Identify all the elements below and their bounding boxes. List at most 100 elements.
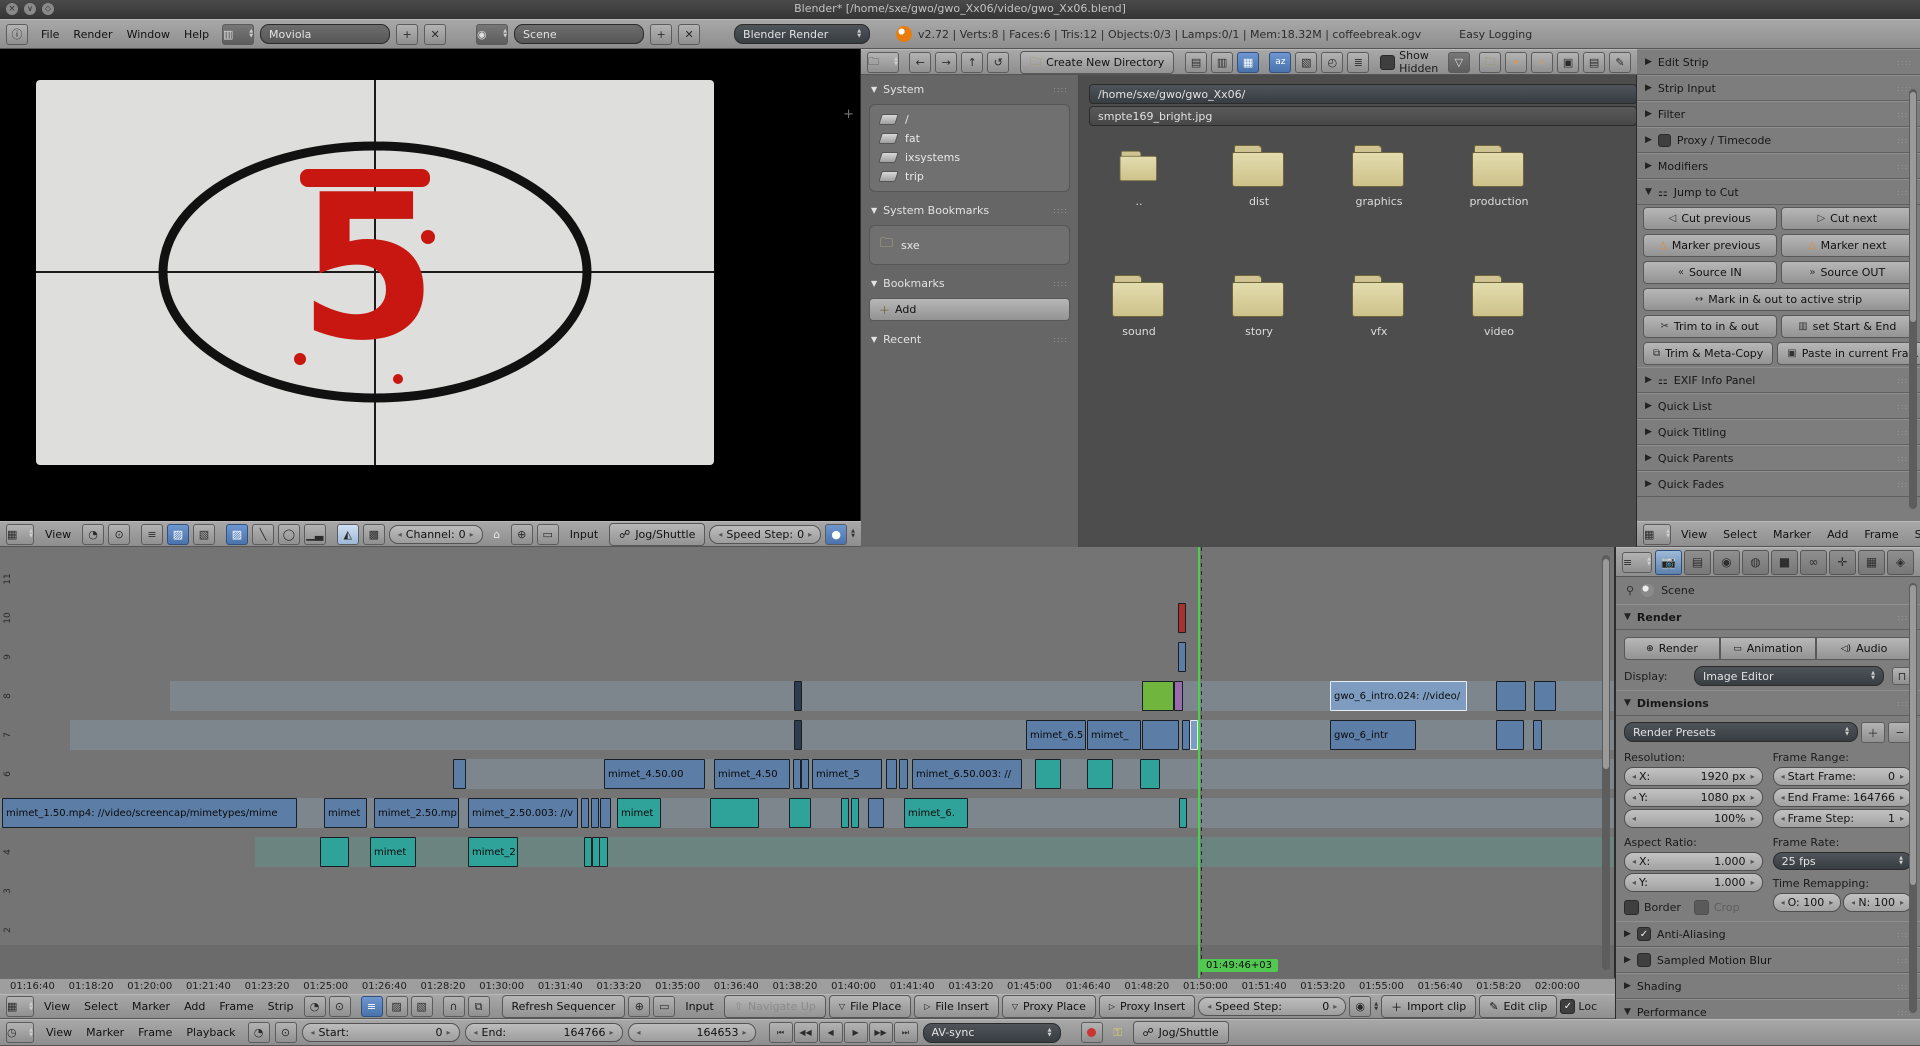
- file-place-button[interactable]: ▽File Place: [829, 995, 911, 1018]
- panel-header-quick-parents[interactable]: ▶Quick Parents::::: [1637, 445, 1920, 471]
- button-marker-next[interactable]: △Marker next: [1781, 234, 1915, 257]
- copy-paste-icon[interactable]: ⧉: [468, 996, 490, 1017]
- clock-icon[interactable]: ◔: [304, 996, 326, 1017]
- strip[interactable]: [1533, 720, 1542, 750]
- button-audio[interactable]: ◁)Audio: [1816, 637, 1912, 660]
- screen-layout-name[interactable]: Moviola: [260, 24, 390, 44]
- current-frame-field[interactable]: ◂164653▸: [628, 1023, 756, 1042]
- menu-strip[interactable]: Strip: [261, 998, 301, 1015]
- panel-header-quick-fades[interactable]: ▶Quick Fades::::: [1637, 471, 1920, 497]
- panel-grip-icon[interactable]: ::::: [1053, 85, 1068, 94]
- strip[interactable]: [793, 759, 801, 789]
- stepper-icon[interactable]: ▲▼: [1374, 1002, 1378, 1012]
- panel-header-shading[interactable]: ▶Shading::::: [1616, 973, 1920, 999]
- timecode-ruler[interactable]: 01:16:4001:18:2001:20:0001:21:4001:23:20…: [0, 978, 1615, 994]
- button-set-start-end[interactable]: ▥set Start & End: [1781, 315, 1915, 338]
- inc-arrow-icon[interactable]: ▸: [1900, 772, 1904, 781]
- channel-stepper[interactable]: ◂Channel: 0▸: [389, 525, 483, 544]
- object-tab[interactable]: ■: [1771, 550, 1798, 575]
- folder-item-sound[interactable]: sound: [1084, 275, 1194, 338]
- image-filter-icon[interactable]: ▣: [1557, 52, 1579, 73]
- funnel-icon[interactable]: ▽: [1448, 52, 1470, 73]
- menu-select[interactable]: Select: [77, 998, 125, 1015]
- file-insert-button[interactable]: ▷File Insert: [914, 995, 999, 1018]
- render-presets-select[interactable]: Render Presets▲▼: [1624, 722, 1858, 742]
- start-frame-field[interactable]: ◂Start: 0▸: [302, 1023, 460, 1042]
- checker-icon[interactable]: ▨: [226, 524, 248, 545]
- end-frame-field[interactable]: ◂End: 164766▸: [465, 1023, 623, 1042]
- back-icon[interactable]: ←: [909, 52, 931, 73]
- snap-icon[interactable]: ∩: [443, 996, 465, 1017]
- pin-icon[interactable]: ⚲: [1626, 584, 1634, 597]
- sidebar-item-trip[interactable]: trip: [876, 167, 1063, 186]
- menu-view[interactable]: View: [1673, 526, 1715, 543]
- folder-item-production[interactable]: production: [1444, 145, 1554, 208]
- lock-icon[interactable]: ⊙: [329, 996, 351, 1017]
- sidebar-panel-header-recent[interactable]: ▼Recent::::: [861, 325, 1078, 350]
- create-directory-button[interactable]: 🗀Create New Directory: [1020, 51, 1174, 74]
- keying-icon[interactable]: ⚿: [1108, 1023, 1128, 1042]
- strip[interactable]: [320, 837, 349, 867]
- filebrowser-params-icon[interactable]: 🗀▲▼: [867, 52, 899, 73]
- properties-scrollbar[interactable]: [1909, 583, 1917, 1013]
- list-short-icon[interactable]: ▤: [1185, 52, 1207, 73]
- strip-mimet_2_50_003_v[interactable]: mimet_2.50.003: //v: [468, 798, 578, 828]
- folder-item-vfx[interactable]: vfx: [1324, 275, 1434, 338]
- layout-add-icon[interactable]: +: [396, 24, 418, 45]
- strip[interactable]: [1142, 681, 1174, 711]
- menu-view[interactable]: View: [39, 1024, 79, 1041]
- panel-header-strip-input[interactable]: ▶Strip Input::::: [1637, 75, 1920, 101]
- menu-frame[interactable]: Frame: [212, 998, 260, 1015]
- panel-grip-icon[interactable]: ::::: [1053, 279, 1068, 288]
- panel-header-exif-info-panel[interactable]: ▶⚏EXIF Info Panel::::: [1637, 367, 1920, 393]
- jump-start-icon[interactable]: ⏮: [769, 1022, 793, 1043]
- button-cut-previous[interactable]: ◁Cut previous: [1643, 207, 1777, 230]
- speed-step-stepper[interactable]: ◂Speed Step: 0▸: [1198, 997, 1346, 1016]
- inc-arrow-icon[interactable]: ▸: [1751, 793, 1755, 802]
- refresh-icon[interactable]: ↺: [987, 52, 1009, 73]
- dimensions-panel-header[interactable]: ▼Dimensions::::: [1616, 690, 1920, 716]
- path-field[interactable]: /home/sxe/gwo/gwo_Xx06/: [1089, 84, 1637, 104]
- scene-delete-icon[interactable]: ✕: [678, 24, 700, 45]
- border-checkbox[interactable]: [1624, 900, 1639, 915]
- strip[interactable]: [1496, 681, 1526, 711]
- end-frame-field[interactable]: ◂End Frame:164766▸: [1773, 788, 1912, 807]
- folder-item-graphics[interactable]: graphics: [1324, 145, 1434, 208]
- menu-strip[interactable]: Strip: [1907, 526, 1920, 543]
- info-editor-icon[interactable]: ⓘ: [6, 24, 28, 45]
- editor-type-icon[interactable]: ▦▲▼: [1643, 524, 1671, 545]
- inc-arrow-icon[interactable]: ▸: [1751, 772, 1755, 781]
- dec-arrow-icon[interactable]: ◂: [1781, 772, 1785, 781]
- sidebar-panel-header-system[interactable]: ▼System::::: [861, 75, 1078, 100]
- strip[interactable]: [710, 798, 759, 828]
- strip-mimet_2_50_mp[interactable]: mimet_2.50.mp: [374, 798, 459, 828]
- strip-mimet_2[interactable]: mimet_2: [468, 837, 518, 867]
- frame-step-field[interactable]: ◂Frame Step:1▸: [1773, 809, 1912, 828]
- panel-grip-icon[interactable]: ::::: [1053, 206, 1068, 215]
- sort-date-icon[interactable]: ◴: [1321, 52, 1343, 73]
- mask-icon[interactable]: ▩: [363, 524, 385, 545]
- script-filter-icon[interactable]: ✎: [1609, 52, 1631, 73]
- render-tab[interactable]: 📷: [1655, 550, 1682, 575]
- panel-grip-icon[interactable]: ::::: [1897, 58, 1912, 67]
- menu-add[interactable]: Add: [177, 998, 212, 1015]
- strip[interactable]: [1178, 642, 1186, 672]
- movie-filter-icon[interactable]: ▤: [1583, 52, 1605, 73]
- strip[interactable]: [1496, 720, 1524, 750]
- strip[interactable]: [899, 759, 908, 789]
- panel-header-quick-titling[interactable]: ▶Quick Titling::::: [1637, 419, 1920, 445]
- strip[interactable]: [1174, 681, 1183, 711]
- strip[interactable]: [581, 798, 589, 828]
- button-source-in[interactable]: «Source IN: [1643, 261, 1777, 284]
- editor-type-icon[interactable]: ▦▲▼: [6, 524, 34, 545]
- sequencer-timeline[interactable]: 234567891011gwo_6_intro.024: //video/mim…: [0, 547, 1615, 978]
- aspect-x-field[interactable]: ◂X:1.000▸: [1624, 852, 1763, 871]
- lock-icon[interactable]: ⊙: [275, 1022, 297, 1043]
- mute-icon[interactable]: ◉: [1349, 996, 1371, 1017]
- overlay-split-icon[interactable]: ◭: [337, 524, 359, 545]
- preview-view-menu[interactable]: View: [38, 526, 78, 543]
- strip-gwo_6_intr[interactable]: gwo_6_intr: [1330, 720, 1416, 750]
- panel-header-anti-aliasing[interactable]: ▶✓Anti-Aliasing::::: [1616, 921, 1920, 947]
- folder-item-[interactable]: ..: [1084, 145, 1194, 208]
- sequencer-scrollbar[interactable]: [1602, 555, 1610, 970]
